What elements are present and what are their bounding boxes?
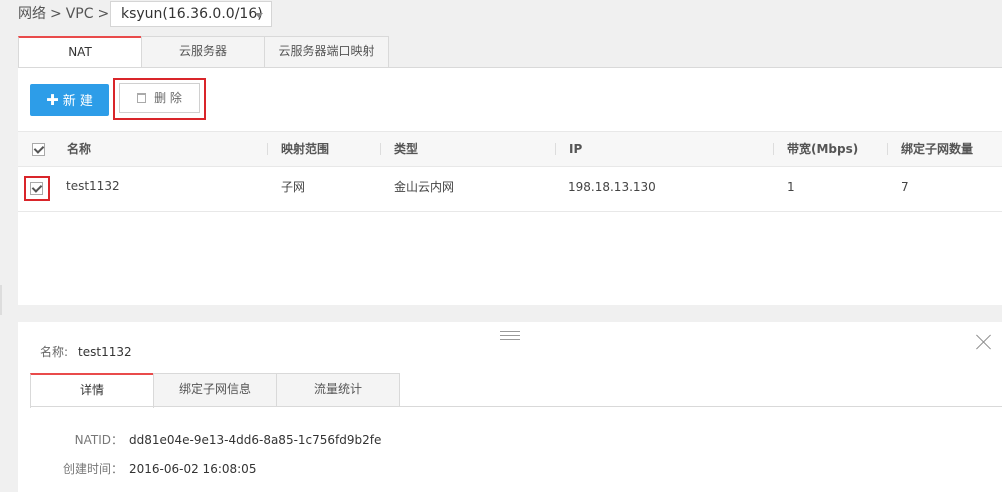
detail-name-value: test1132	[78, 345, 132, 359]
column-header-subnet-count: 绑定子网数量	[887, 132, 974, 166]
breadcrumb: 网络 > VPC >	[18, 0, 113, 28]
column-header-ip-label: IP	[569, 142, 583, 156]
tabs-divider	[30, 406, 1002, 407]
vpc-select[interactable]: ksyun(16.36.0.0/16)	[110, 1, 272, 27]
breadcrumb-separator: >	[97, 6, 110, 22]
delete-button[interactable]: 删 除	[119, 83, 200, 113]
column-header-scope-label: 映射范围	[281, 142, 330, 156]
top-tabs: NAT 云服务器 云服务器端口映射	[18, 36, 389, 69]
detail-name-label: 名称:	[40, 345, 69, 359]
detail-name: 名称: test1132	[40, 343, 132, 360]
breadcrumb-network[interactable]: 网络	[18, 0, 46, 28]
created-time-value: 2016-06-02 16:08:05	[129, 462, 257, 476]
column-header-scope: 映射范围	[267, 132, 330, 166]
vpc-select-value: ksyun(16.36.0.0/16)	[121, 6, 263, 22]
check-icon	[33, 143, 45, 154]
select-all-checkbox[interactable]	[32, 143, 45, 156]
column-header-type-label: 类型	[394, 142, 419, 156]
breadcrumb-vpc[interactable]: VPC	[66, 0, 94, 28]
created-time-label: 创建时间：	[62, 462, 123, 476]
table-row[interactable]: test1132 子网 金山云内网 198.18.13.130 1 7	[18, 166, 1002, 212]
column-divider	[380, 143, 381, 155]
left-edge-marker	[0, 285, 2, 315]
tab-port-mapping[interactable]: 云服务器端口映射	[264, 36, 389, 67]
detail-field-created: 创建时间： 2016-06-02 16:08:05	[18, 460, 256, 477]
detail-panel: 名称: test1132 详情 绑定子网信息 流量统计 NATID： dd81e04…	[18, 322, 1002, 492]
natid-value: dd81e04e-9e13-4dd6-8a85-1c756fd9b2fe	[129, 433, 382, 447]
column-header-subnet-count-label: 绑定子网数量	[901, 142, 974, 156]
trash-icon	[137, 93, 147, 103]
close-icon[interactable]	[976, 334, 992, 350]
table-header: 名称 映射范围 类型 IP 带宽(Mbps) 绑定子网数量	[18, 131, 1002, 167]
detail-tabs: 详情 绑定子网信息 流量统计	[30, 373, 400, 408]
column-header-type: 类型	[380, 132, 419, 166]
natid-label: NATID：	[74, 433, 123, 447]
column-divider	[887, 143, 888, 155]
column-divider	[267, 143, 268, 155]
column-divider	[773, 143, 774, 155]
cell-ip: 198.18.13.130	[568, 180, 656, 194]
tab-details[interactable]: 详情	[30, 373, 154, 408]
cell-type: 金山云内网	[394, 180, 455, 194]
cell-name[interactable]: test1132	[66, 166, 120, 211]
check-icon	[31, 182, 43, 193]
column-header-bandwidth: 带宽(Mbps)	[773, 132, 859, 166]
column-divider	[555, 143, 556, 155]
caret-down-icon	[255, 13, 263, 18]
cell-bandwidth: 1	[787, 180, 795, 194]
column-header-ip: IP	[555, 132, 583, 166]
nat-list-panel: ✚ 新 建 删 除 名称 映射范围 类型 IP 带宽(Mbps) 绑定子网数量 t…	[18, 67, 1002, 305]
cell-scope: 子网	[281, 180, 306, 194]
drag-handle-icon[interactable]	[500, 331, 520, 341]
tab-nat[interactable]: NAT	[18, 36, 142, 69]
detail-field-natid: NATID： dd81e04e-9e13-4dd6-8a85-1c756fd9b2…	[18, 431, 382, 448]
tab-traffic-stats[interactable]: 流量统计	[276, 373, 400, 406]
column-header-bandwidth-label: 带宽(Mbps)	[787, 142, 859, 156]
delete-button-label: 删 除	[154, 91, 182, 105]
new-button-label: 新 建	[62, 94, 93, 109]
plus-icon: ✚	[46, 91, 59, 109]
tab-bound-subnets[interactable]: 绑定子网信息	[153, 373, 277, 406]
column-header-name: 名称	[67, 142, 92, 156]
new-button[interactable]: ✚ 新 建	[30, 84, 109, 116]
row-checkbox[interactable]	[30, 182, 43, 195]
tab-cloud-server[interactable]: 云服务器	[141, 36, 265, 67]
cell-subnet-count: 7	[901, 180, 909, 194]
breadcrumb-separator: >	[50, 6, 62, 22]
